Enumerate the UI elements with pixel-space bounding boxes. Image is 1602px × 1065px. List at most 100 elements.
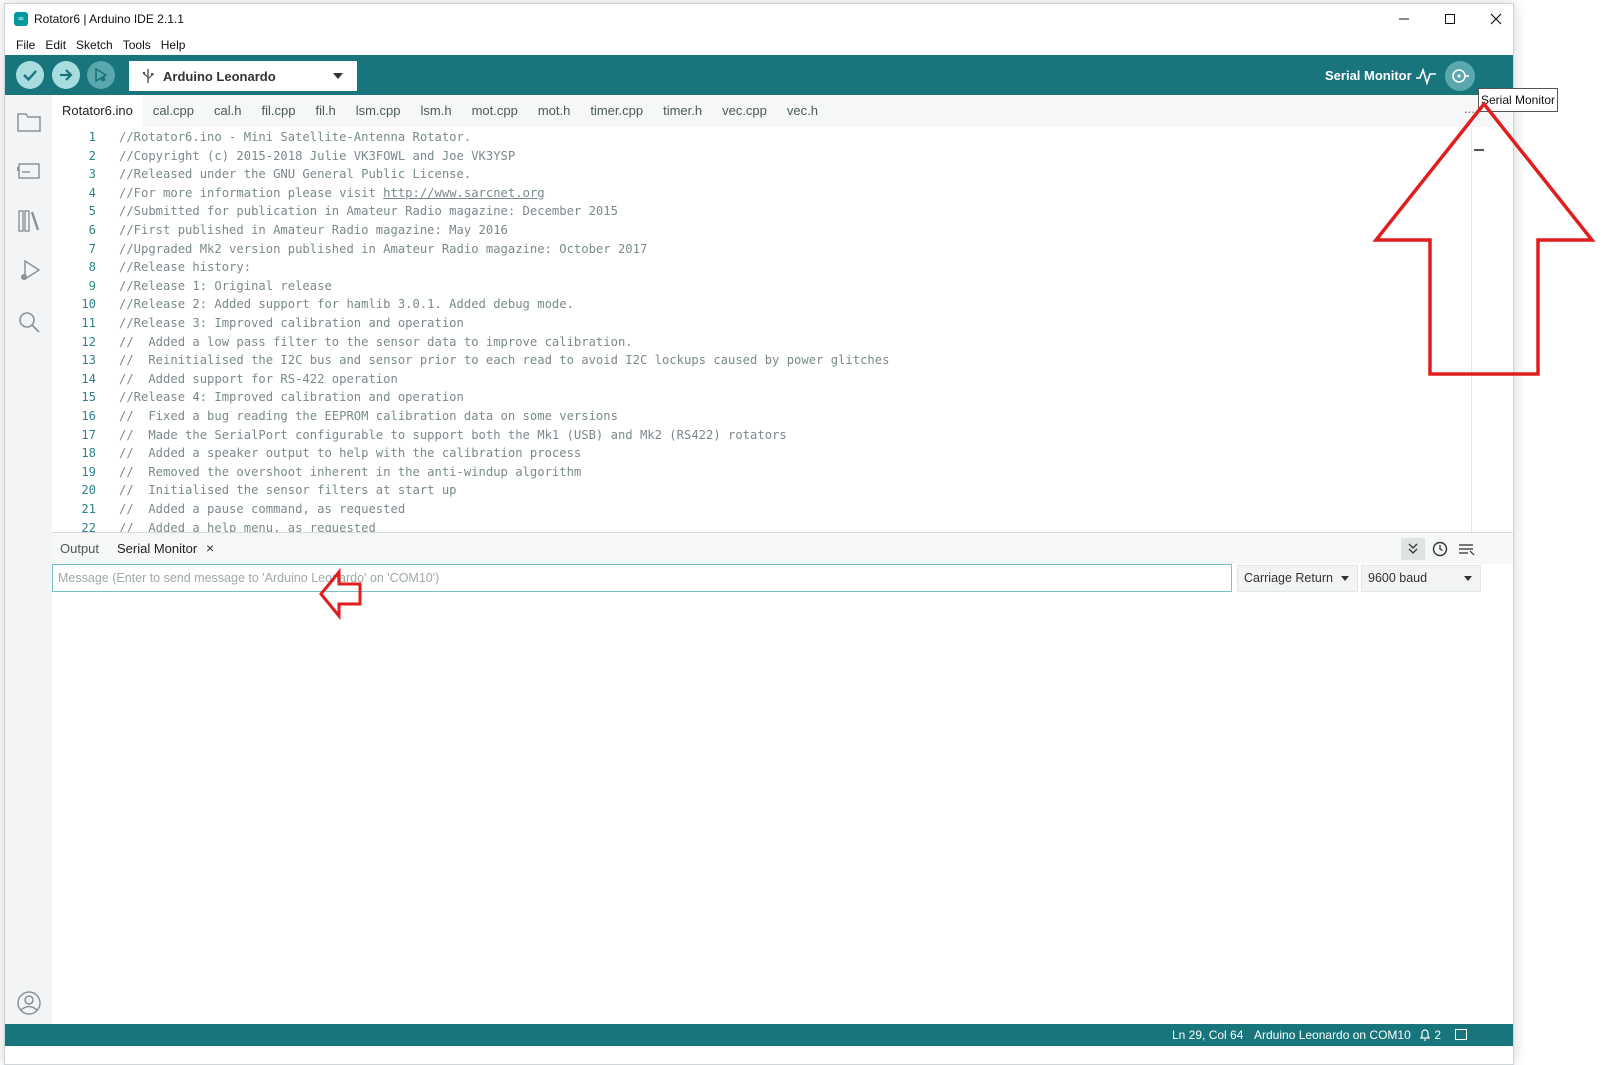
menu-sketch[interactable]: Sketch xyxy=(71,38,118,52)
code-comment: //Upgraded Mk2 version published in Amat… xyxy=(119,241,648,256)
chevron-down-icon xyxy=(1341,576,1349,581)
tab-fil-h[interactable]: fil.h xyxy=(305,95,345,127)
minimize-button[interactable] xyxy=(1381,4,1427,34)
line-number: 10 xyxy=(81,297,96,312)
tab-mot-cpp[interactable]: mot.cpp xyxy=(462,95,528,127)
line-number: 14 xyxy=(81,371,96,386)
line-number: 4 xyxy=(88,185,96,200)
serial-monitor-icon xyxy=(1452,69,1469,83)
tab-serial-monitor[interactable]: Serial Monitor xyxy=(117,541,197,556)
code-text: // Fixed a bug reading the EEPROM calibr… xyxy=(119,407,618,426)
panel-tab-bar: Output Serial Monitor × xyxy=(52,533,1513,564)
tab-mot-h[interactable]: mot.h xyxy=(528,95,581,127)
timestamp-toggle-button[interactable] xyxy=(1430,539,1450,559)
board-selector[interactable]: Arduino Leonardo xyxy=(129,61,357,91)
tab-vec-cpp[interactable]: vec.cpp xyxy=(712,95,777,127)
activity-bar xyxy=(5,95,52,1024)
code-text: // Added a help menu, as requested xyxy=(119,519,376,532)
code-text: // Added a pause command, as requested xyxy=(119,500,405,519)
serial-plotter-button[interactable] xyxy=(1415,65,1437,87)
debug-icon xyxy=(95,67,108,83)
code-text: //First published in Amateur Radio magaz… xyxy=(119,221,508,240)
line-number: 8 xyxy=(88,260,96,275)
editor-tab-bar: Rotator6.ino cal.cpp cal.h fil.cpp fil.h… xyxy=(52,95,1513,127)
line-number: 12 xyxy=(81,334,96,349)
arrow-right-icon xyxy=(60,69,73,81)
clear-output-button[interactable] xyxy=(1456,539,1476,559)
clear-lines-icon xyxy=(1459,544,1475,556)
toggle-panel-icon[interactable] xyxy=(1455,1029,1467,1040)
code-comment: // Added a help menu, as requested xyxy=(119,520,376,532)
verify-button[interactable] xyxy=(16,61,44,89)
code-link[interactable]: http://www.sarcnet.org xyxy=(383,186,544,200)
line-number: 9 xyxy=(88,278,96,293)
line-number: 5 xyxy=(88,204,96,219)
code-text: //Release 3: Improved calibration and op… xyxy=(119,314,464,333)
code-text: // Initialised the sensor filters at sta… xyxy=(119,481,457,500)
baud-rate-value: 9600 baud xyxy=(1368,571,1428,585)
bottom-panel: Output Serial Monitor × Carriage Return … xyxy=(52,532,1513,1024)
tab-timer-cpp[interactable]: timer.cpp xyxy=(580,95,653,127)
scrollbar-thumb[interactable] xyxy=(1474,149,1484,151)
board-port-status[interactable]: Arduino Leonardo on COM10 xyxy=(1254,1028,1411,1042)
code-comment: // Added support for RS-422 operation xyxy=(119,371,398,386)
baud-rate-select[interactable]: 9600 baud xyxy=(1361,565,1481,592)
maximize-button[interactable] xyxy=(1427,4,1473,34)
serial-monitor-button[interactable] xyxy=(1445,61,1475,91)
status-bar: Ln 29, Col 64 Arduino Leonardo on COM10 … xyxy=(5,1024,1513,1046)
code-comment: //Release history: xyxy=(119,260,252,275)
menu-file[interactable]: File xyxy=(11,38,40,52)
tab-lsm-cpp[interactable]: lsm.cpp xyxy=(346,95,411,127)
line-number: 15 xyxy=(81,390,96,405)
code-text: //For more information please visit http… xyxy=(119,184,545,203)
line-number: 11 xyxy=(81,316,96,330)
tab-output[interactable]: Output xyxy=(60,541,99,556)
upload-button[interactable] xyxy=(52,61,80,89)
line-ending-value: Carriage Return xyxy=(1244,571,1333,585)
toolbar: Arduino Leonardo Serial Monitor xyxy=(5,55,1513,95)
tab-cal-cpp[interactable]: cal.cpp xyxy=(143,95,204,127)
code-text: //Release history: xyxy=(119,258,251,277)
board-manager-icon[interactable] xyxy=(16,158,42,184)
line-number: 7 xyxy=(88,241,96,256)
library-icon[interactable] xyxy=(16,208,42,234)
code-comment: // Reinitialised the I2C bus and sensor … xyxy=(119,353,890,368)
tab-fil-cpp[interactable]: fil.cpp xyxy=(252,95,306,127)
close-serial-monitor-tab-icon[interactable]: × xyxy=(206,540,214,556)
folder-icon[interactable] xyxy=(16,108,42,134)
notifications-status[interactable]: 2 xyxy=(1419,1028,1441,1042)
double-chevron-down-icon xyxy=(1408,543,1418,554)
serial-message-input[interactable] xyxy=(52,564,1232,592)
arduino-logo-icon: ∞ xyxy=(14,12,28,26)
code-text: //Rotator6.ino - Mini Satellite-Antenna … xyxy=(119,128,471,147)
code-editor[interactable]: 1 //Rotator6.ino - Mini Satellite-Antenna… xyxy=(52,127,1472,532)
tab-lsm-h[interactable]: lsm.h xyxy=(411,95,462,127)
account-icon[interactable] xyxy=(16,990,42,1016)
menu-edit[interactable]: Edit xyxy=(40,38,71,52)
code-text: // Added support for RS-422 operation xyxy=(119,370,398,389)
cursor-position[interactable]: Ln 29, Col 64 xyxy=(1172,1028,1243,1042)
menu-tools[interactable]: Tools xyxy=(118,38,156,52)
code-comment: // Fixed a bug reading the EEPROM calibr… xyxy=(119,409,618,423)
code-comment: //Released under the GNU General Public … xyxy=(119,167,472,182)
debug-view-icon[interactable] xyxy=(16,258,42,284)
line-number: 13 xyxy=(81,353,96,368)
window-title: Rotator6 | Arduino IDE 2.1.1 xyxy=(34,12,184,26)
line-number: 1 xyxy=(88,130,96,144)
debug-button[interactable] xyxy=(87,61,115,89)
tab-rotator6-ino[interactable]: Rotator6.ino xyxy=(52,95,143,127)
line-ending-select[interactable]: Carriage Return xyxy=(1237,565,1358,592)
autoscroll-toggle-button[interactable] xyxy=(1401,538,1425,560)
code-text: // Reinitialised the I2C bus and sensor … xyxy=(119,351,889,370)
close-window-button[interactable] xyxy=(1473,4,1513,34)
more-tabs-button[interactable]: ... xyxy=(1464,101,1475,116)
tab-timer-h[interactable]: timer.h xyxy=(653,95,712,127)
code-text: // Added a speaker output to help with t… xyxy=(119,444,581,463)
line-number: 6 xyxy=(88,223,96,237)
tab-cal-h[interactable]: cal.h xyxy=(204,95,251,127)
editor-scrollbar[interactable] xyxy=(1471,127,1485,532)
menu-help[interactable]: Help xyxy=(156,38,191,52)
tab-vec-h[interactable]: vec.h xyxy=(777,95,828,127)
search-icon[interactable] xyxy=(16,309,42,335)
code-comment: //Release 4: Improved calibration and op… xyxy=(119,390,464,405)
